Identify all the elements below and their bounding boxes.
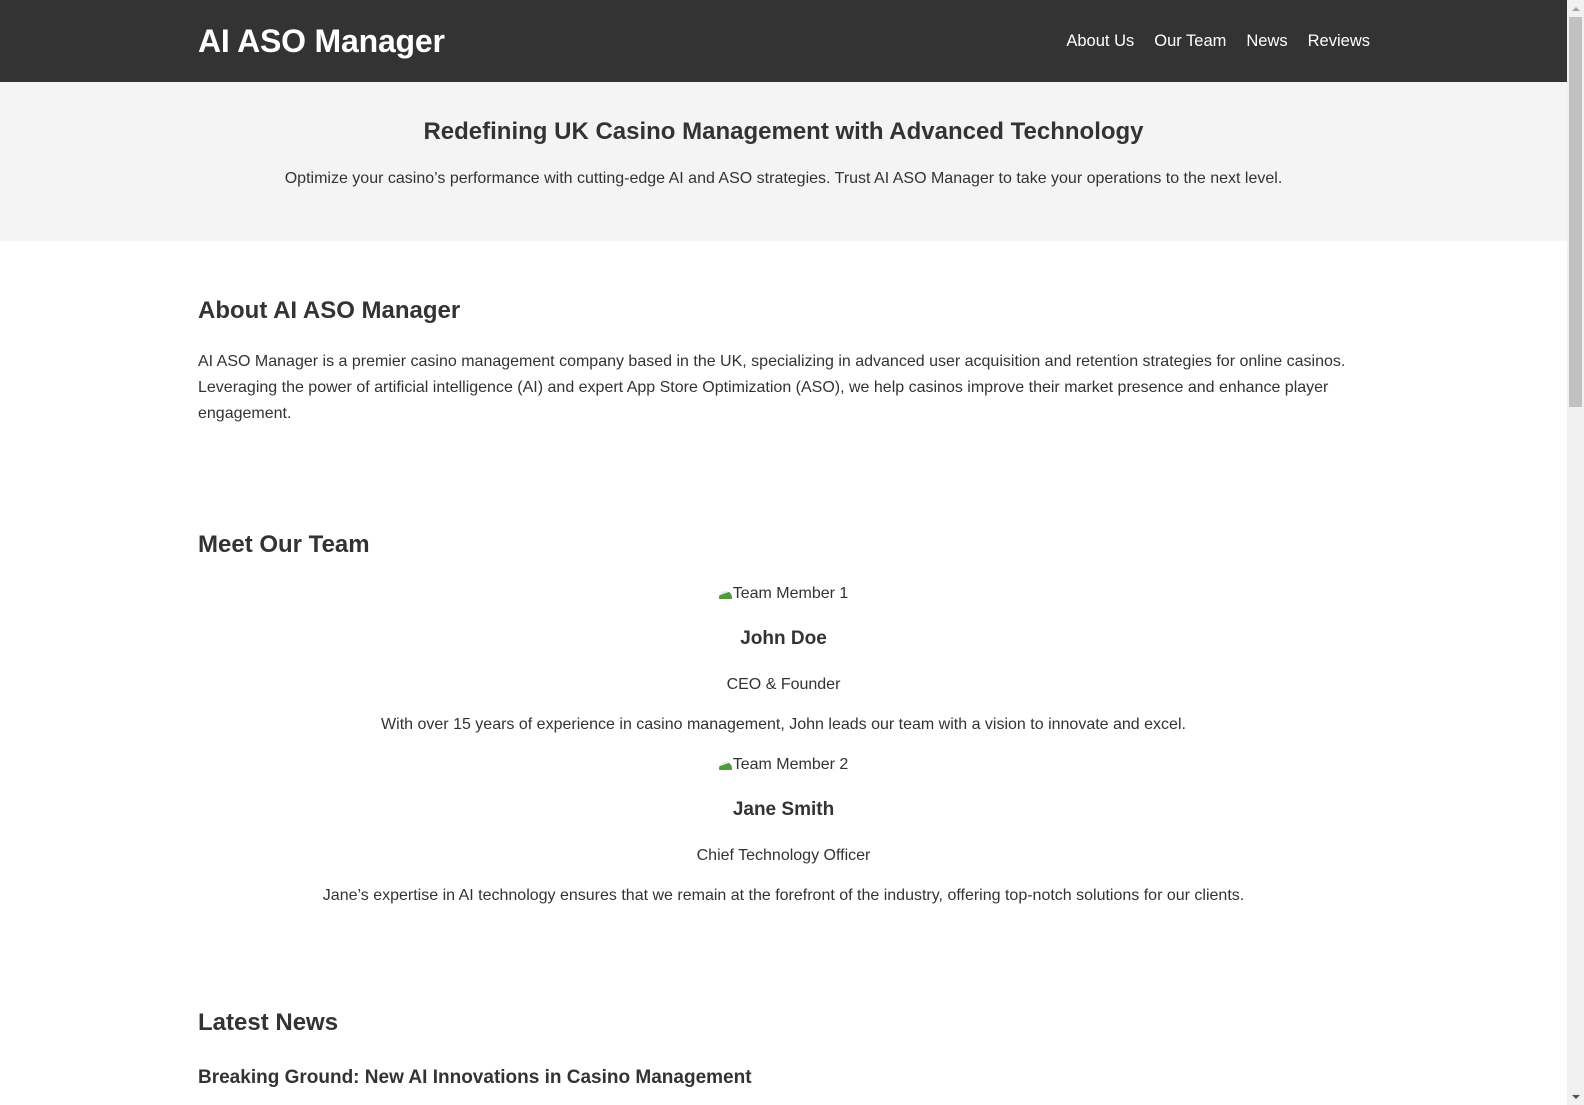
broken-image-icon bbox=[718, 589, 733, 599]
news-section: Latest News Breaking Ground: New AI Inno… bbox=[182, 905, 1385, 1089]
page: AI ASO Manager About Us Our Team News Re… bbox=[0, 0, 1567, 1105]
team-member-image: Team Member 1 bbox=[718, 585, 849, 603]
team-member-role: CEO & Founder bbox=[726, 676, 841, 693]
nav-link-news[interactable]: News bbox=[1246, 32, 1287, 50]
team-member-image-alt: Team Member 2 bbox=[732, 756, 849, 773]
team-member-card: Team Member 1 John Doe CEO & Founder Wit… bbox=[198, 585, 1369, 734]
vertical-scrollbar[interactable] bbox=[1567, 0, 1584, 1105]
nav-link-about-us[interactable]: About Us bbox=[1066, 32, 1134, 50]
team-member-name: John Doe bbox=[740, 628, 827, 649]
hero-subtitle: Optimize your casino’s performance with … bbox=[284, 170, 1283, 187]
team-member-role: Chief Technology Officer bbox=[696, 847, 871, 864]
site-header: AI ASO Manager About Us Our Team News Re… bbox=[0, 0, 1567, 82]
scrollbar-thumb[interactable] bbox=[1569, 17, 1582, 407]
about-section: About AI ASO Manager AI ASO Manager is a… bbox=[182, 241, 1385, 427]
about-body: AI ASO Manager is a premier casino manag… bbox=[198, 353, 1346, 422]
scroll-down-button[interactable] bbox=[1567, 1088, 1584, 1105]
news-title: Latest News bbox=[198, 1009, 339, 1036]
team-member-image: Team Member 2 bbox=[718, 756, 849, 774]
team-member-image-alt: Team Member 1 bbox=[732, 585, 849, 602]
team-member-card: Team Member 2 Jane Smith Chief Technolog… bbox=[198, 756, 1369, 905]
nav-link-our-team[interactable]: Our Team bbox=[1154, 32, 1226, 50]
nav-link-reviews[interactable]: Reviews bbox=[1308, 32, 1370, 50]
news-article-title[interactable]: Breaking Ground: New AI Innovations in C… bbox=[198, 1067, 1369, 1089]
arrow-up-icon bbox=[1571, 6, 1580, 11]
scroll-up-button[interactable] bbox=[1567, 0, 1584, 17]
team-member-bio: With over 15 years of experience in casi… bbox=[381, 716, 1186, 733]
hero-section: Redefining UK Casino Management with Adv… bbox=[0, 82, 1567, 241]
hero-title: Redefining UK Casino Management with Adv… bbox=[423, 118, 1144, 145]
site-logo[interactable]: AI ASO Manager bbox=[198, 23, 445, 60]
about-title: About AI ASO Manager bbox=[198, 297, 461, 324]
main-nav: About Us Our Team News Reviews bbox=[1066, 32, 1370, 51]
team-member-name: Jane Smith bbox=[732, 799, 835, 820]
team-member-bio: Jane’s expertise in AI technology ensure… bbox=[322, 887, 1245, 904]
arrow-down-icon bbox=[1571, 1094, 1580, 1099]
team-title: Meet Our Team bbox=[198, 531, 370, 558]
team-section: Meet Our Team Team Member 1 John Doe CEO… bbox=[182, 427, 1385, 905]
broken-image-icon bbox=[718, 760, 733, 770]
team-list: Team Member 1 John Doe CEO & Founder Wit… bbox=[198, 585, 1369, 905]
